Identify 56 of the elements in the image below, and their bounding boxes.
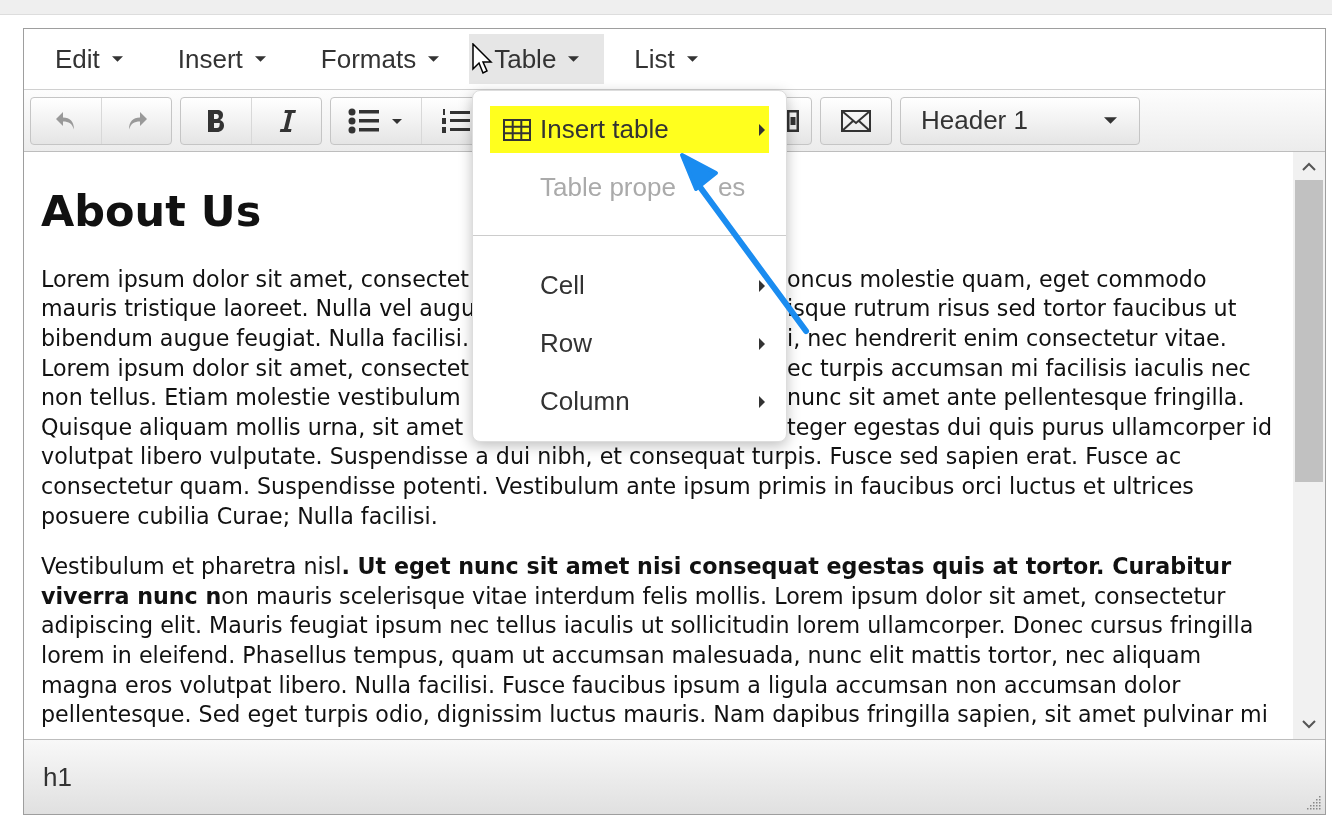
picture-icon xyxy=(787,109,799,132)
table-icon xyxy=(502,117,532,142)
paragraph-line: non tellus. Etiam molestie vestibulum xyxy=(41,384,461,411)
menu-item-label: Row xyxy=(540,328,592,358)
paragraph-line: oncus molestie quam, eget commodo xyxy=(787,265,1207,292)
menu-item[interactable]: Formats xyxy=(295,34,465,84)
paragraph-line: teger egestas dui quis purus ullamcorper id xyxy=(787,413,1272,440)
paragraph-line: magna eros volutpat libero. Nulla facilisi. Fusce faucibus ipsum a ligula accumsan non accumsan dolor xyxy=(41,671,1181,698)
caret-icon xyxy=(568,56,580,62)
menu-item[interactable]: Insert table xyxy=(490,106,769,153)
format-dropdown[interactable]: Header 1 xyxy=(900,96,1140,145)
caret-icon xyxy=(254,56,266,62)
menu-item-label: Column xyxy=(540,386,630,416)
caret-icon xyxy=(428,56,440,62)
paragraph-line: Quisque aliquam mollis urna, sit amet xyxy=(41,413,464,440)
menu-item[interactable]: Row xyxy=(490,320,769,367)
paragraph-line: nunc sit amet ante pellentesque fringilla. xyxy=(787,384,1245,411)
paragraph-line: Vestibulum et pharetra nisl. Ut eget nunc sit amet nisi consequat egestas quis at tortor. Curabitur xyxy=(41,553,1232,580)
resize-grip-icon[interactable] xyxy=(1307,796,1321,810)
menu-item-label: Cell xyxy=(540,270,585,300)
caret-icon xyxy=(111,56,123,62)
paragraph-line: i, nec hendrerit enim consectetur vitae. xyxy=(787,325,1227,351)
menu-item[interactable]: Cell xyxy=(490,262,769,309)
menu-item-label: Insert table xyxy=(540,114,669,144)
paragraph-line: lorem in eleifend. Phasellus tempus, quam ut accumsan malesuada, nunc elit mattis tortor, nec aliquam xyxy=(41,641,1202,668)
menu-item[interactable]: List xyxy=(609,34,723,84)
envelope-icon xyxy=(840,108,872,133)
paragraph-line: pellentesque. Sed eget turpis odio, dignissim luctus mauris. Nam dapibus fringilla sapien, sit amet pulvinar mi xyxy=(41,701,1268,728)
numbered-list-icon xyxy=(441,107,472,134)
menu-item[interactable]: Edit xyxy=(30,34,148,84)
paragraph-line: mauris tristique laoreet. Nulla vel augu xyxy=(41,295,475,322)
paragraph-line: Lorem ipsum dolor sit amet, consectet xyxy=(41,354,470,381)
menu-item-label: es xyxy=(717,172,746,202)
menu-item[interactable]: Column xyxy=(490,378,769,425)
bullet-list-icon xyxy=(348,107,404,134)
bold-icon xyxy=(205,107,227,134)
paragraph-line: posuere cubilia Curae; Nulla facilisi. xyxy=(41,502,438,529)
pointer-cursor-icon xyxy=(472,43,494,75)
scrollbar[interactable] xyxy=(1293,152,1325,739)
paragraph-line: bibendum augue feugiat. Nulla facilisi. xyxy=(41,325,470,351)
document-heading: About Us xyxy=(41,186,262,236)
scroll-up-icon[interactable] xyxy=(1302,162,1316,172)
scrollbar-thumb[interactable] xyxy=(1295,180,1323,482)
paragraph-line: volutpat libero vulputate. Suspendisse a dui nibh, et consequat turpis. Fusce sed sapien erat. Fusce ac xyxy=(41,443,1182,470)
menu-item[interactable]: Insert xyxy=(152,34,291,84)
caret-icon xyxy=(1104,117,1117,124)
paragraph-line: adipiscing elit. Mauris feugiat ipsum nec tellus iaculis ut sollicitudin lorem ullamcorper. Donec cursus fringilla xyxy=(41,612,1254,639)
scroll-down-icon[interactable] xyxy=(1302,719,1316,729)
menu-item-label: Table prope xyxy=(540,172,676,202)
paragraph-line: ec turpis accumsan mi facilisis iaculis nec xyxy=(787,354,1251,381)
menu-item[interactable]: Table xyxy=(469,34,605,84)
caret-icon xyxy=(686,56,698,62)
paragraph-line: consectetur quam. Suspendisse potenti. Vestibulum ante ipsum primis in faucibus orci luctus et ultrices xyxy=(41,472,1194,499)
element-path[interactable]: h1 xyxy=(43,761,72,793)
paragraph-line: Lorem ipsum dolor sit amet, consectet xyxy=(41,265,470,292)
paragraph-line: viverra nunc non mauris scelerisque vitae interdum felis mollis. Lorem ipsum dolor sit amet, consectetur xyxy=(41,582,1226,609)
